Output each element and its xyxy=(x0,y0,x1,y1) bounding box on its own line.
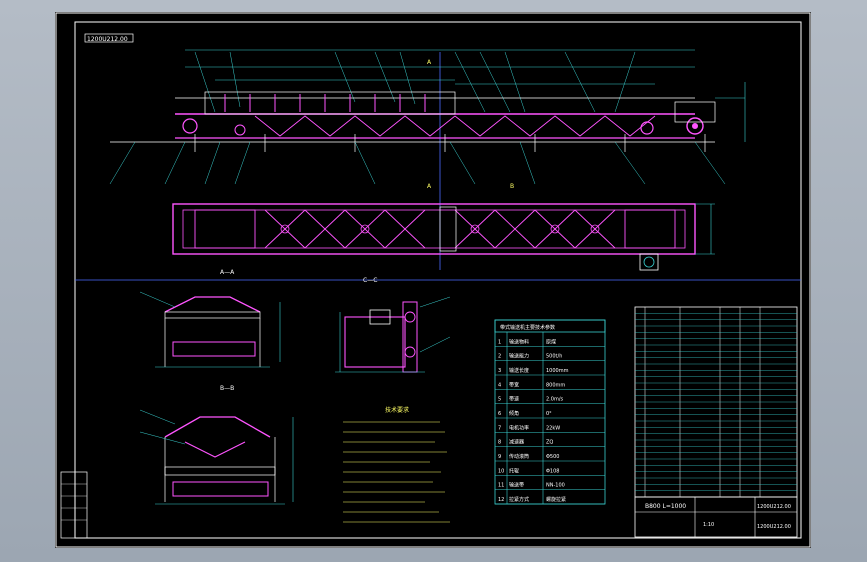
section-mark-a-bottom: A xyxy=(427,183,432,190)
param-no: 8 xyxy=(498,440,501,446)
param-value: 22kW xyxy=(546,425,560,431)
title-name: B800 L=1000 xyxy=(645,503,686,510)
title-number: 1200U212.00 xyxy=(757,524,791,530)
cad-drawing: 1200U212.00 A A B A—A B—B C—C 技术要求 带式输送机… xyxy=(55,12,811,548)
param-no: 9 xyxy=(498,454,501,460)
elevation-view: A A B xyxy=(109,49,746,190)
section-b-label: B—B xyxy=(220,385,234,392)
title-scale: 1:10 xyxy=(703,522,714,528)
corner-number: 1200U212.00 xyxy=(84,33,134,43)
param-no: 7 xyxy=(498,425,501,431)
param-rows: 1 输送物料 原煤 2 输送能力 500t/h 3 输送长度 1000mm 4 带宽 800mm 5 带速… xyxy=(495,338,605,505)
param-name: 带宽 xyxy=(509,381,519,388)
corner-number-text: 1200U212.00 xyxy=(87,36,128,43)
drawing-sheet: 1200U212.00 A A B A—A B—B C—C 技术要求 带式输送机… xyxy=(55,12,811,548)
drive-section-view: C—C xyxy=(335,277,451,373)
param-no: 6 xyxy=(498,411,501,417)
tech-requirements-title: 技术要求 xyxy=(385,406,409,414)
param-value: 800mm xyxy=(546,382,565,388)
param-name: 输送能力 xyxy=(509,353,529,360)
param-name: 带速 xyxy=(509,397,519,403)
param-value: 0° xyxy=(546,411,552,417)
parts-list xyxy=(634,306,798,498)
param-value: 2.0m/s xyxy=(546,397,564,403)
section-a-label: A—A xyxy=(220,269,235,276)
param-value: 1000mm xyxy=(546,368,569,374)
param-value: ZQ xyxy=(546,440,553,446)
title-code: 1200U212.00 xyxy=(757,504,791,510)
param-value: Φ500 xyxy=(546,454,559,460)
tech-requirements: 技术要求 xyxy=(343,406,450,523)
param-name: 输送物料 xyxy=(509,338,529,345)
param-no: 4 xyxy=(498,382,501,388)
param-no: 12 xyxy=(498,497,504,503)
param-value: 原煤 xyxy=(546,338,556,345)
param-name: 托辊 xyxy=(509,467,519,474)
section-a-view: A—A xyxy=(139,269,281,368)
param-no: 1 xyxy=(498,339,501,345)
param-name: 减速器 xyxy=(509,439,524,446)
section-mark-a: A xyxy=(427,59,432,66)
param-no: 11 xyxy=(498,483,504,489)
param-name: 输送长度 xyxy=(509,367,529,374)
drive-section-label: C—C xyxy=(363,277,377,284)
title-block: B800 L=1000 1:10 1200U212.00 1200U212.00 xyxy=(634,496,798,538)
param-name: 输送带 xyxy=(509,482,524,489)
section-mark-b: B xyxy=(510,183,514,190)
param-value: 500t/h xyxy=(546,354,562,360)
param-name: 电机功率 xyxy=(509,424,529,431)
param-no: 3 xyxy=(498,368,501,374)
param-value: NN-100 xyxy=(546,483,565,489)
param-table-title: 带式输送机主要技术参数 xyxy=(500,324,555,331)
param-no: 10 xyxy=(498,468,504,474)
plan-view xyxy=(172,203,715,271)
param-name: 拉紧方式 xyxy=(509,496,529,503)
param-name: 倾角 xyxy=(509,410,519,417)
param-name: 传动滚筒 xyxy=(509,453,529,460)
param-value: Φ108 xyxy=(546,468,559,474)
parameter-table: 带式输送机主要技术参数 1 输送物料 原煤 2 输送能力 500t/h 3 输送长度 1000m… xyxy=(494,319,606,505)
param-no: 5 xyxy=(498,397,501,403)
revision-block xyxy=(60,471,88,539)
section-b-view: B—B xyxy=(139,385,294,505)
param-value: 螺旋拉紧 xyxy=(546,496,566,503)
param-no: 2 xyxy=(498,354,501,360)
